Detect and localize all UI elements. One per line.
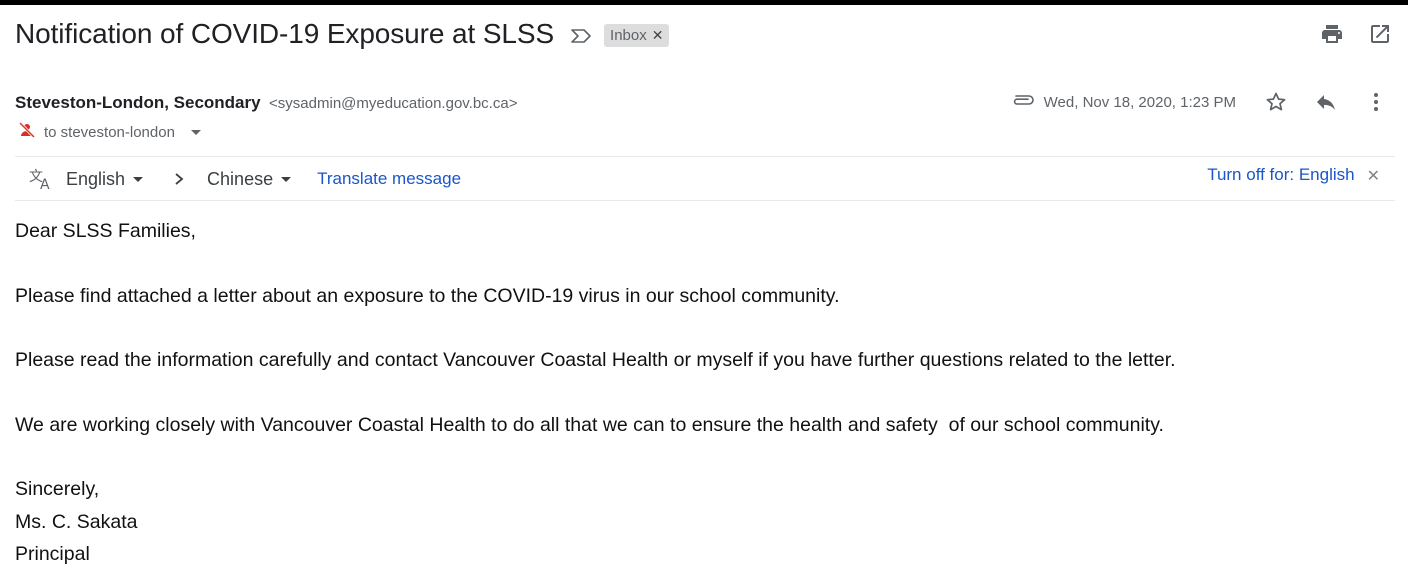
to-recipient-label: to steveston-london bbox=[44, 123, 175, 141]
show-details-chevron-icon[interactable] bbox=[190, 129, 201, 135]
sender-row: Steveston-London, Secondary <sysadmin@my… bbox=[15, 93, 517, 113]
recipients-row: to steveston-london bbox=[18, 121, 201, 143]
body-paragraph-3: We are working closely with Vancouver Co… bbox=[15, 413, 1164, 436]
sender-name[interactable]: Steveston-London, Secondary bbox=[15, 93, 261, 112]
translate-message-link[interactable]: Translate message bbox=[317, 169, 461, 189]
signature-name: Ms. C. Sakata bbox=[15, 510, 138, 533]
translate-divider bbox=[15, 200, 1395, 201]
body-paragraph-1: Please find attached a letter about an e… bbox=[15, 284, 840, 307]
source-language-label: English bbox=[66, 168, 126, 189]
source-language-select[interactable]: English bbox=[66, 168, 144, 190]
more-vertical-icon[interactable] bbox=[1364, 90, 1388, 114]
paperclip-icon bbox=[1010, 93, 1036, 112]
window-top-bar bbox=[0, 0, 1408, 5]
body-paragraph-2: Please read the information carefully an… bbox=[15, 349, 1176, 371]
sender-email: <sysadmin@myeducation.gov.bc.ca> bbox=[269, 95, 518, 112]
target-language-label: Chinese bbox=[207, 168, 274, 189]
top-actions bbox=[1320, 22, 1392, 46]
remove-label-icon[interactable]: ✕ bbox=[652, 24, 664, 47]
target-language-select[interactable]: Chinese bbox=[207, 168, 292, 190]
chevron-right-icon bbox=[173, 172, 185, 186]
label-chip-text: Inbox bbox=[610, 26, 647, 44]
translate-bar: 文 A English Chinese Translate message bbox=[28, 162, 461, 196]
svg-text:A: A bbox=[40, 177, 50, 191]
email-body: Dear SLSS Families, Please find attached… bbox=[15, 215, 1385, 571]
star-icon[interactable] bbox=[1264, 90, 1288, 114]
importance-marker-icon[interactable] bbox=[568, 26, 594, 46]
translate-icon: 文 A bbox=[28, 167, 54, 191]
chevron-down-icon bbox=[133, 176, 144, 182]
message-date: Wed, Nov 18, 2020, 1:23 PM bbox=[1043, 93, 1236, 111]
print-icon[interactable] bbox=[1320, 22, 1344, 46]
reply-icon[interactable] bbox=[1314, 90, 1338, 114]
email-subject: Notification of COVID-19 Exposure at SLS… bbox=[15, 18, 555, 49]
header-divider bbox=[15, 156, 1395, 157]
open-in-new-window-icon[interactable] bbox=[1368, 22, 1392, 46]
chevron-down-icon bbox=[281, 176, 292, 182]
close-icon[interactable]: ✕ bbox=[1367, 166, 1380, 186]
message-meta: Wed, Nov 18, 2020, 1:23 PM bbox=[1010, 90, 1388, 114]
turn-off-translation: Turn off for: English ✕ bbox=[1207, 164, 1380, 186]
closing: Sincerely, bbox=[15, 478, 100, 500]
turn-off-translation-link[interactable]: Turn off for: English bbox=[1207, 165, 1354, 185]
red-crossed-person-icon bbox=[18, 121, 36, 143]
label-chip-inbox[interactable]: Inbox ✕ bbox=[604, 23, 670, 47]
greeting: Dear SLSS Families, bbox=[15, 220, 196, 242]
subject-row: Notification of COVID-19 Exposure at SLS… bbox=[15, 16, 670, 52]
